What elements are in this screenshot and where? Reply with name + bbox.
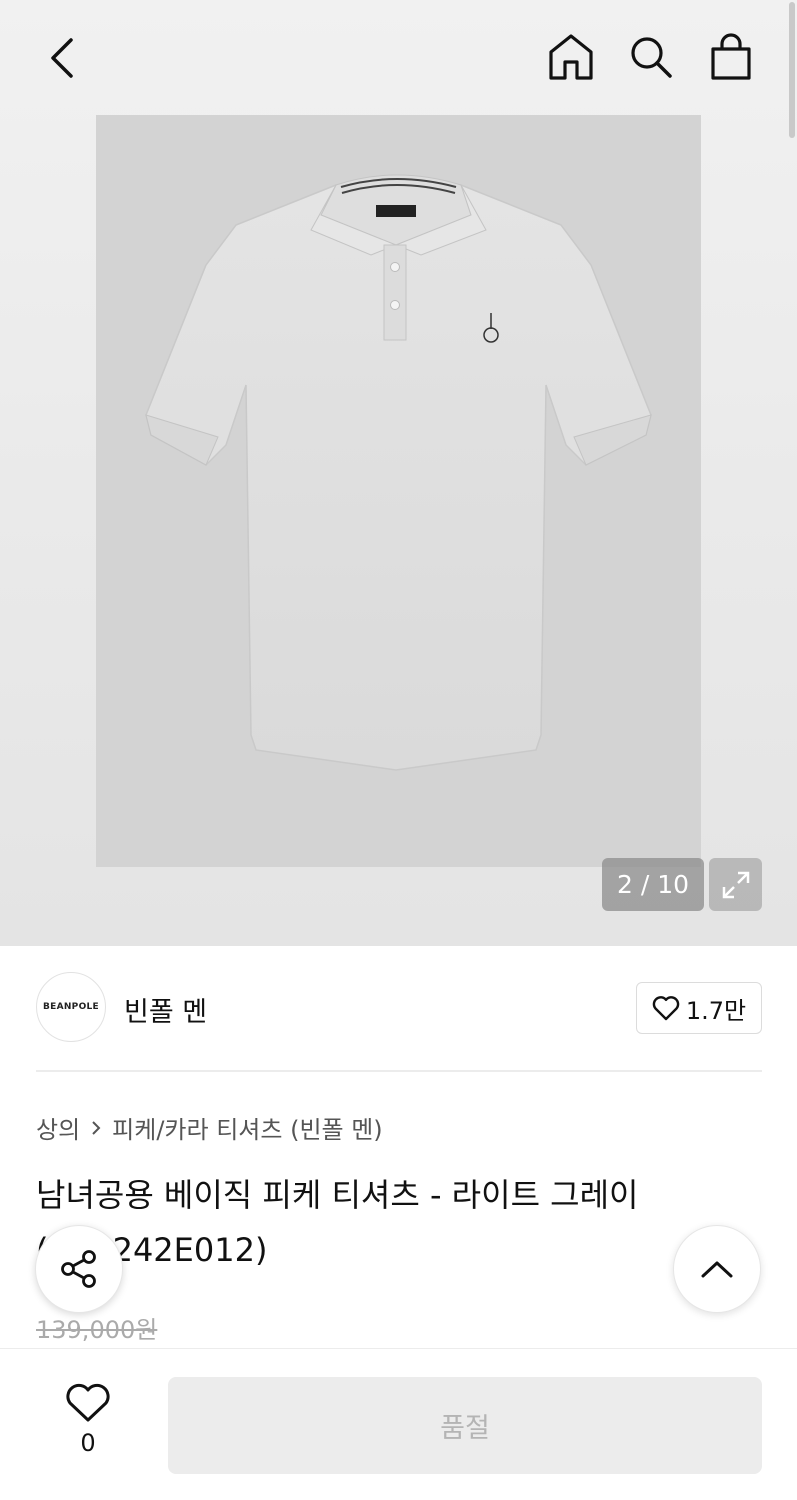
- brand-logo-text: BEANPOLE: [42, 1002, 100, 1012]
- share-button[interactable]: [35, 1225, 123, 1313]
- polo-shirt-illustration: [145, 174, 652, 771]
- top-navigation-bar: [0, 0, 797, 115]
- expand-button[interactable]: [709, 858, 762, 911]
- brand-favorite-button[interactable]: 1.7만: [636, 982, 762, 1034]
- soldout-button[interactable]: 품절: [168, 1377, 762, 1474]
- brand-favorite-count: 1.7만: [685, 996, 747, 1025]
- brand-logo[interactable]: BEANPOLE: [36, 972, 106, 1042]
- home-icon: [549, 34, 593, 80]
- scrollbar[interactable]: [789, 2, 795, 138]
- like-count: 0: [80, 1429, 96, 1457]
- breadcrumb-level1[interactable]: 상의: [36, 1110, 80, 1145]
- home-button[interactable]: [544, 30, 598, 84]
- image-counter: 2 / 10: [602, 858, 704, 911]
- breadcrumb: 상의 피케/카라 티셔츠 (빈폴 멘): [36, 1110, 383, 1145]
- brand-name-link[interactable]: 빈폴 멘: [124, 990, 207, 1029]
- chevron-left-icon: [51, 38, 73, 78]
- expand-icon: [722, 871, 749, 898]
- heart-icon: [66, 1383, 110, 1422]
- bottom-action-bar: 0 품절: [0, 1348, 797, 1500]
- shopping-bag-button[interactable]: [704, 30, 758, 84]
- product-image[interactable]: [96, 115, 701, 867]
- like-button[interactable]: 0: [58, 1383, 118, 1473]
- product-gallery-section: 2 / 10: [0, 0, 797, 946]
- chevron-right-icon: [92, 1120, 101, 1135]
- brand-row: BEANPOLE 빈폴 멘 1.7만: [36, 972, 762, 1044]
- chevron-up-icon: [701, 1261, 733, 1278]
- back-button[interactable]: [36, 32, 88, 84]
- breadcrumb-level2[interactable]: 피케/카라 티셔츠 (빈폴 멘): [112, 1110, 383, 1145]
- divider: [36, 1070, 762, 1072]
- heart-icon: [652, 996, 680, 1021]
- shopping-bag-icon: [711, 33, 751, 80]
- share-icon: [61, 1250, 96, 1288]
- original-price: 139,000원: [36, 1316, 158, 1344]
- search-button[interactable]: [624, 30, 678, 84]
- search-icon: [631, 37, 672, 78]
- scroll-to-top-button[interactable]: [673, 1225, 761, 1313]
- product-title: 남녀공용 베이직 피케 티셔츠 - 라이트 그레이 (BC3242E012): [36, 1176, 639, 1269]
